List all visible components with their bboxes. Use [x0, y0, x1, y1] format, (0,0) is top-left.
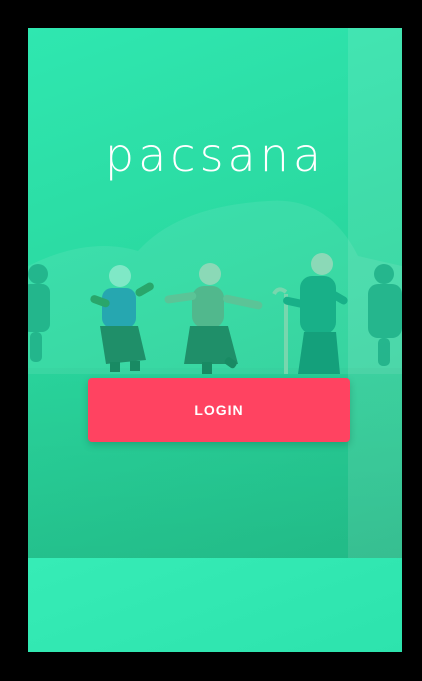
bottom-band [28, 558, 402, 652]
pacsana-logo: pacsana [104, 128, 326, 182]
login-button[interactable]: LOGIN [88, 378, 350, 442]
app-screen: pacsana LOGIN [28, 28, 402, 652]
elderly-people-dancing-illustration [28, 200, 402, 374]
